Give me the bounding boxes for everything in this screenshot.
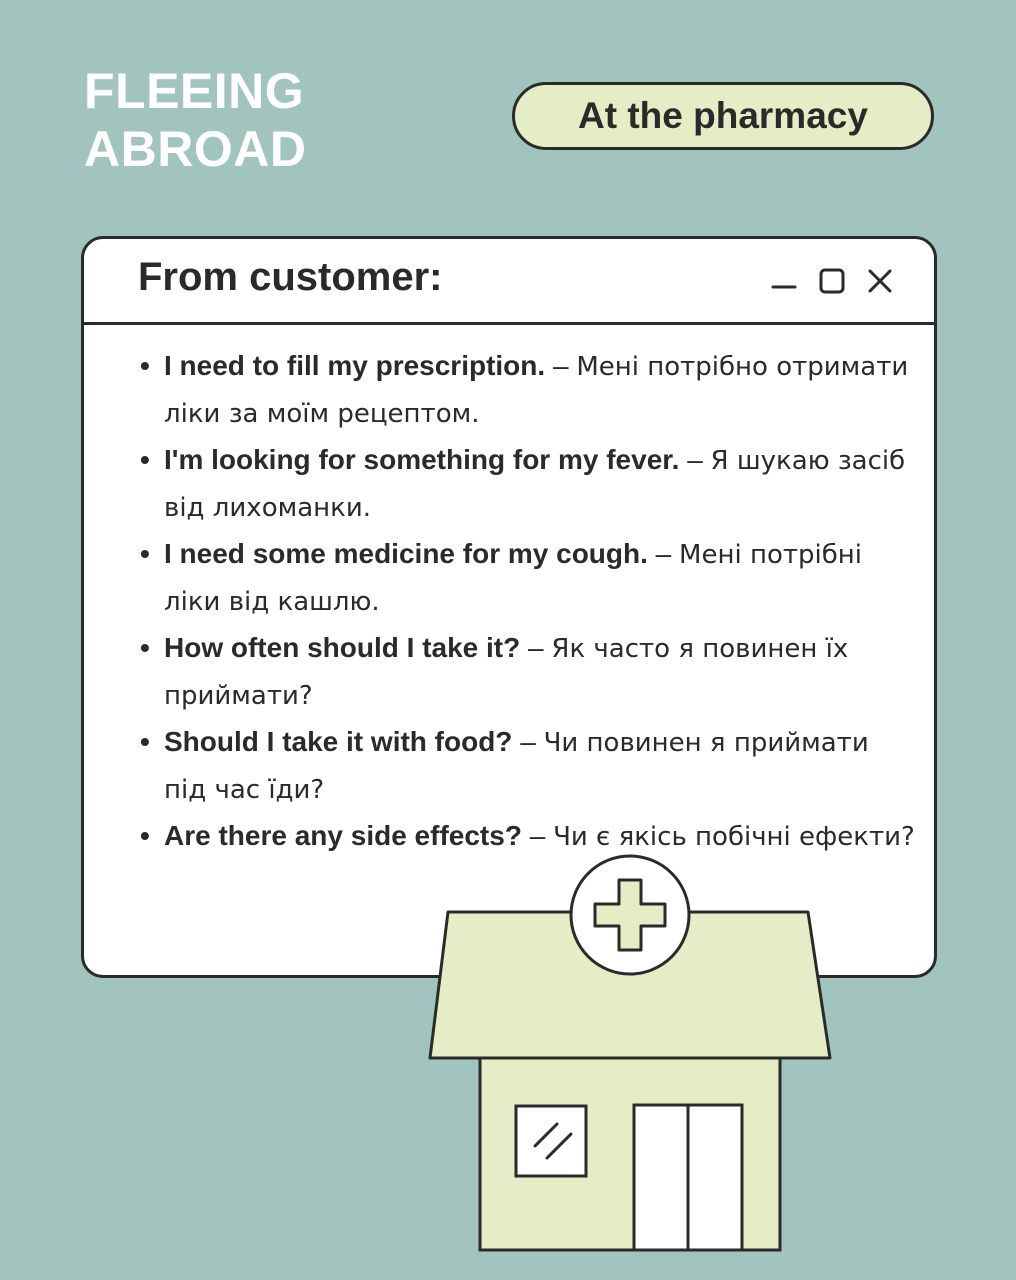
brand-title: FLEEING ABROAD bbox=[84, 62, 306, 178]
bullet: • bbox=[140, 350, 150, 381]
list-item: • Should I take it with food? – Чи повин… bbox=[138, 719, 918, 813]
minimize-icon[interactable] bbox=[770, 267, 798, 295]
bullet: • bbox=[140, 444, 150, 475]
list-item: • I'm looking for something for my fever… bbox=[138, 437, 918, 531]
phrase-english: How often should I take it? bbox=[164, 632, 521, 663]
bullet: • bbox=[140, 538, 150, 569]
phrase-english: I need to fill my prescription. bbox=[164, 350, 546, 381]
close-icon[interactable] bbox=[866, 267, 894, 295]
list-item: • I need to fill my prescription. – Мені… bbox=[138, 343, 918, 437]
window-titlebar: From customer: bbox=[84, 239, 934, 325]
phrase-english: Should I take it with food? bbox=[164, 726, 513, 757]
phrase-ukrainian: Чи є якісь побічні ефекти? bbox=[553, 822, 915, 852]
window-title: From customer: bbox=[138, 255, 443, 299]
phrase-english: I'm looking for something for my fever. bbox=[164, 444, 680, 475]
bullet: • bbox=[140, 820, 150, 851]
list-item: • How often should I take it? – Як часто… bbox=[138, 625, 918, 719]
bullet: • bbox=[140, 632, 150, 663]
phrase-list: • I need to fill my prescription. – Мені… bbox=[138, 343, 918, 860]
building-window bbox=[514, 1104, 588, 1178]
maximize-icon[interactable] bbox=[818, 267, 846, 295]
bullet: • bbox=[140, 726, 150, 757]
brand-line-2: ABROAD bbox=[84, 121, 307, 177]
phrase-english: Are there any side effects? bbox=[164, 820, 522, 851]
topic-badge: At the pharmacy bbox=[512, 82, 934, 150]
phrase-english: I need some medicine for my cough. bbox=[164, 538, 648, 569]
window-controls bbox=[770, 267, 894, 295]
brand-line-1: FLEEING bbox=[84, 63, 305, 119]
pharmacy-building-icon bbox=[428, 854, 832, 1252]
list-item: • I need some medicine for my cough. – М… bbox=[138, 531, 918, 625]
